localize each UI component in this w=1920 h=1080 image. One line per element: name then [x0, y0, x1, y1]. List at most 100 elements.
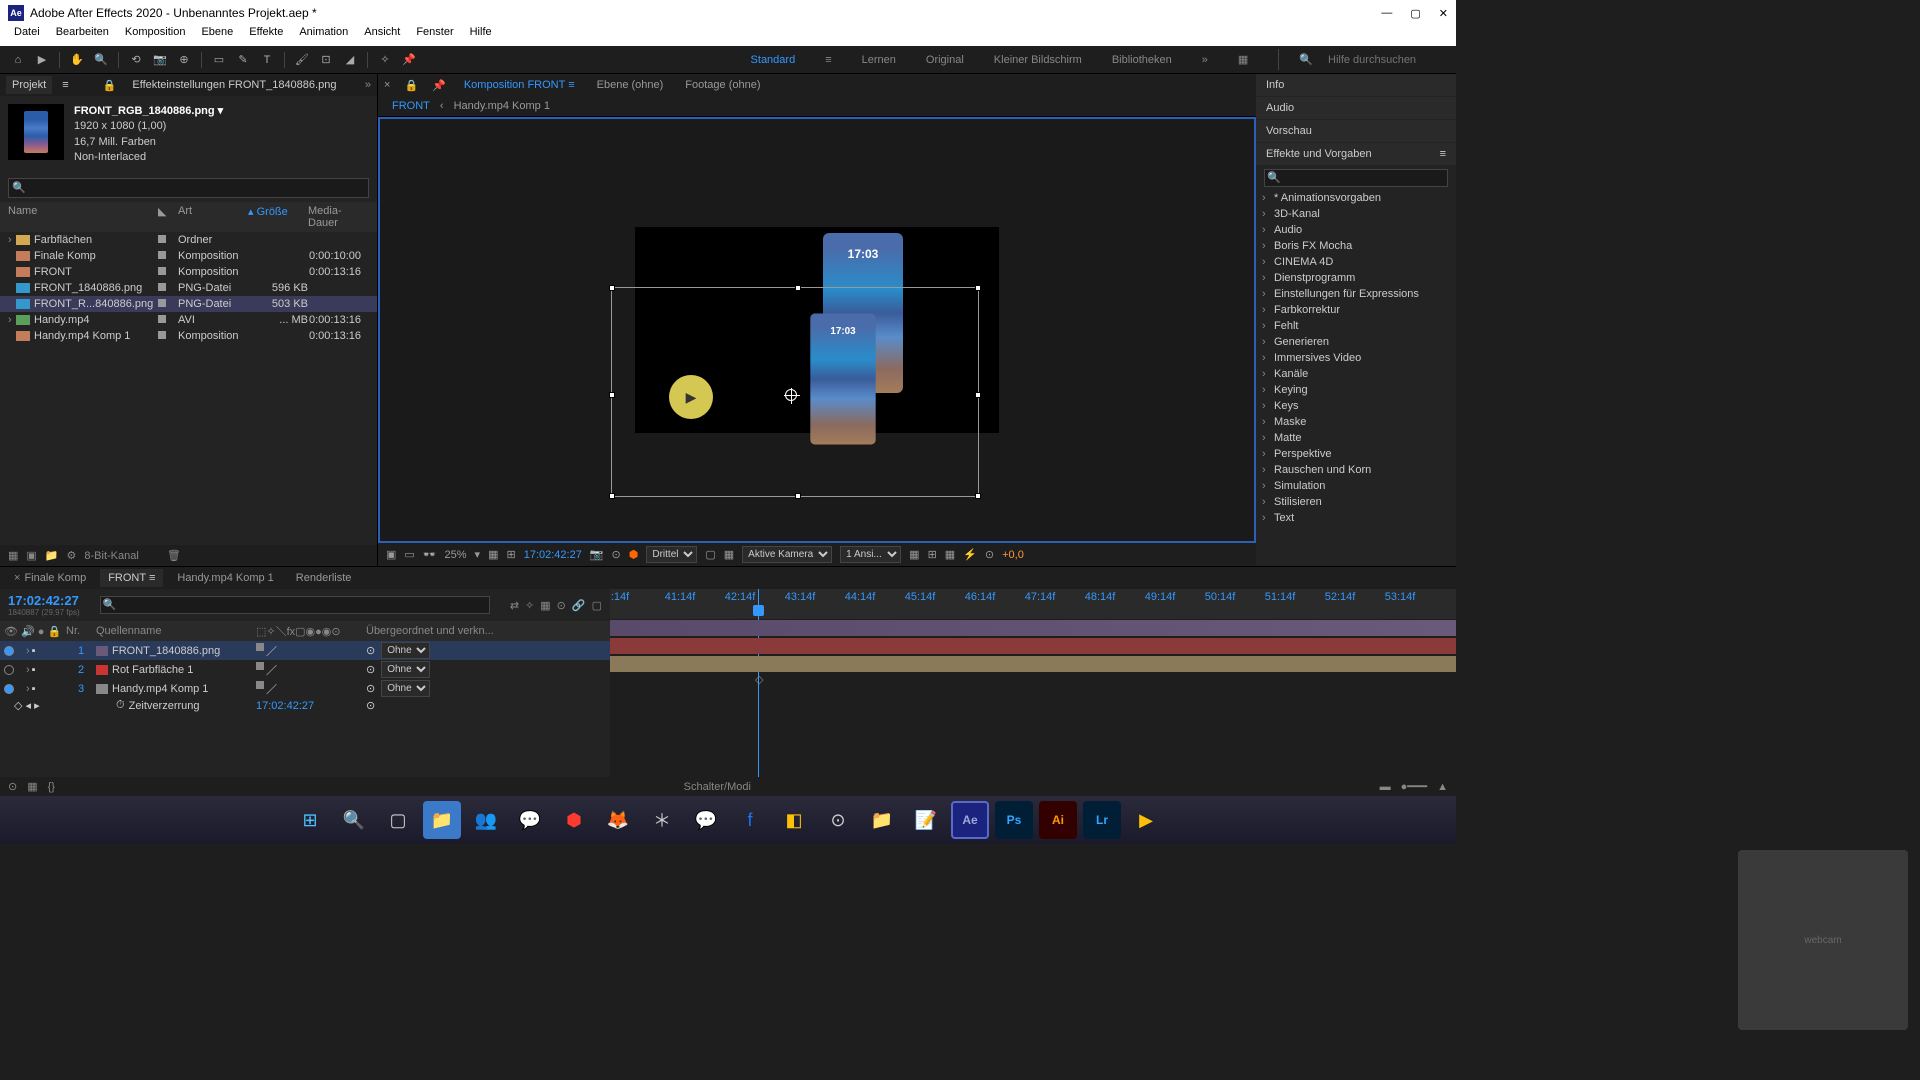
taskbar-search[interactable]: 🔍	[335, 801, 373, 839]
hand-tool[interactable]: ✋	[67, 50, 87, 70]
snapshot-icon[interactable]: 📷	[590, 548, 604, 561]
time-remap-row[interactable]: ◇ ◂ ▸ ⏱ Zeitverzerrung 17:02:42:27 ⊙	[0, 698, 610, 713]
project-item[interactable]: FRONT_1840886.pngPNG-Datei596 KB	[0, 280, 377, 296]
taskbar-illustrator[interactable]: Ai	[1039, 801, 1077, 839]
timeline-tab[interactable]: Handy.mp4 Komp 1	[169, 569, 281, 587]
taskbar-teams[interactable]: 👥	[467, 801, 505, 839]
menu-effects[interactable]: Effekte	[241, 26, 291, 46]
taskbar-obs[interactable]: ⊙	[819, 801, 857, 839]
tl-col-source[interactable]: Quellenname	[96, 625, 256, 637]
selection-box[interactable]	[611, 287, 979, 497]
text-tool[interactable]: T	[257, 50, 277, 70]
taskbar-messenger[interactable]: 💬	[687, 801, 725, 839]
workspace-original[interactable]: Original	[916, 50, 974, 70]
selection-tool[interactable]: ▶	[32, 50, 52, 70]
vp-icon-8[interactable]: ▦	[909, 548, 919, 561]
project-tab-menu[interactable]: ≡	[62, 79, 68, 91]
timeline-tab[interactable]: × Finale Komp	[6, 569, 94, 587]
comp-lock-icon[interactable]: 🔒	[404, 79, 418, 92]
new-folder-icon[interactable]: 📁	[45, 549, 59, 562]
switches-modes-toggle[interactable]: Schalter/Modi	[684, 781, 751, 793]
tl-icon-6[interactable]: ▢	[592, 599, 602, 612]
effects-search-input[interactable]	[1264, 169, 1448, 187]
start-button[interactable]: ⊞	[291, 801, 329, 839]
taskbar-app4[interactable]: ▶	[1127, 801, 1165, 839]
taskbar-files[interactable]: 📁	[863, 801, 901, 839]
menu-view[interactable]: Ansicht	[356, 26, 408, 46]
menu-animation[interactable]: Animation	[291, 26, 356, 46]
taskbar-whatsapp[interactable]: 💬	[511, 801, 549, 839]
workspace-menu-icon[interactable]: ≡	[815, 50, 841, 70]
col-label[interactable]: ◣	[158, 205, 178, 229]
tl-icon-4[interactable]: ⊙	[557, 599, 566, 612]
timeline-layer[interactable]: › ▪2Rot Farbfläche 1 ／⊙ Ohne	[0, 660, 610, 679]
zoom-in-icon[interactable]: ▲	[1437, 781, 1448, 793]
composition-tab[interactable]: Komposition FRONT ≡	[460, 77, 579, 93]
effect-category[interactable]: 3D-Kanal	[1256, 206, 1456, 222]
effect-category[interactable]: Stilisieren	[1256, 494, 1456, 510]
effect-category[interactable]: Perspektive	[1256, 446, 1456, 462]
minimize-button[interactable]: —	[1381, 7, 1392, 20]
workspace-standard[interactable]: Standard	[741, 50, 806, 70]
timeline-timecode[interactable]: 17:02:42:27	[8, 593, 80, 608]
tl-footer-icon-3[interactable]: {}	[48, 781, 55, 793]
vp-icon-12[interactable]: ⊙	[985, 548, 994, 561]
viewport-timecode[interactable]: 17:02:42:27	[524, 549, 582, 561]
tl-icon-2[interactable]: ✧	[525, 599, 534, 612]
effect-category[interactable]: Immersives Video	[1256, 350, 1456, 366]
camera-dropdown[interactable]: Aktive Kamera	[742, 546, 832, 563]
zoom-slider[interactable]: ●━━━	[1401, 780, 1428, 793]
taskbar-app2[interactable]: ＊	[643, 801, 681, 839]
effect-category[interactable]: Einstellungen für Expressions	[1256, 286, 1456, 302]
tl-icon-1[interactable]: ⇄	[510, 599, 519, 612]
vp-icon-4[interactable]: ▦	[488, 548, 498, 561]
tl-icon-3[interactable]: ▦	[540, 599, 550, 612]
taskbar-explorer[interactable]: 📁	[423, 801, 461, 839]
workspace-small-screen[interactable]: Kleiner Bildschirm	[984, 50, 1092, 70]
layer-tab[interactable]: Ebene (ohne)	[593, 77, 668, 93]
new-comp-icon[interactable]: ▣	[26, 549, 36, 562]
effect-category[interactable]: Farbkorrektur	[1256, 302, 1456, 318]
timeline-layer[interactable]: › ▪3Handy.mp4 Komp 1 ／⊙ Ohne	[0, 679, 610, 698]
color-mgmt-icon[interactable]: ⬢	[629, 548, 639, 561]
tl-col-nr[interactable]: Nr.	[66, 625, 96, 637]
menu-file[interactable]: Datei	[6, 26, 48, 46]
quality-dropdown[interactable]: Drittel	[646, 546, 697, 563]
effect-category[interactable]: Rauschen und Korn	[1256, 462, 1456, 478]
timeline-layer[interactable]: › ▪1FRONT_1840886.png ／⊙ Ohne	[0, 641, 610, 660]
workspace-overflow[interactable]: »	[1192, 50, 1218, 70]
zoom-dropdown-icon[interactable]: ▾	[475, 548, 481, 561]
panel-overflow[interactable]: »	[365, 79, 371, 91]
timeline-tab[interactable]: Renderliste	[288, 569, 360, 587]
workspace-settings-icon[interactable]: ▦	[1228, 49, 1258, 70]
effect-category[interactable]: Kanäle	[1256, 366, 1456, 382]
comp-close-icon[interactable]: ×	[384, 79, 390, 91]
puppet-tool[interactable]: 📌	[399, 50, 419, 70]
taskbar-app3[interactable]: ◧	[775, 801, 813, 839]
workspace-libraries[interactable]: Bibliotheken	[1102, 50, 1182, 70]
taskbar-after-effects[interactable]: Ae	[951, 801, 989, 839]
camera-tool[interactable]: 📷	[150, 50, 170, 70]
tl-footer-icon-2[interactable]: ▦	[27, 780, 37, 793]
trash-icon[interactable]: 🗑	[167, 549, 181, 562]
taskbar-firefox[interactable]: 🦊	[599, 801, 637, 839]
menu-edit[interactable]: Bearbeiten	[48, 26, 117, 46]
track-layer-3[interactable]	[610, 656, 1456, 672]
project-item[interactable]: Handy.mp4 Komp 1Komposition0:00:13:16	[0, 328, 377, 344]
workspace-learn[interactable]: Lernen	[852, 50, 906, 70]
pan-behind-tool[interactable]: ⊕	[174, 50, 194, 70]
brush-tool[interactable]: 🖌	[292, 50, 312, 70]
maximize-button[interactable]: ▢	[1410, 7, 1420, 20]
comp-pin-icon[interactable]: 📌	[432, 79, 446, 92]
taskbar-photoshop[interactable]: Ps	[995, 801, 1033, 839]
taskbar-notes[interactable]: 📝	[907, 801, 945, 839]
project-item[interactable]: ›Handy.mp4AVI... MB0:00:13:16	[0, 312, 377, 328]
tl-footer-icon-1[interactable]: ⊙	[8, 780, 17, 793]
menu-window[interactable]: Fenster	[408, 26, 461, 46]
vp-icon-3[interactable]: 👓	[423, 548, 437, 561]
lock-icon[interactable]: 🔒	[103, 79, 117, 92]
vp-icon-7[interactable]: ▦	[724, 548, 734, 561]
menu-composition[interactable]: Komposition	[117, 26, 194, 46]
eraser-tool[interactable]: ◢	[340, 50, 360, 70]
vp-icon-2[interactable]: ▭	[404, 548, 414, 561]
